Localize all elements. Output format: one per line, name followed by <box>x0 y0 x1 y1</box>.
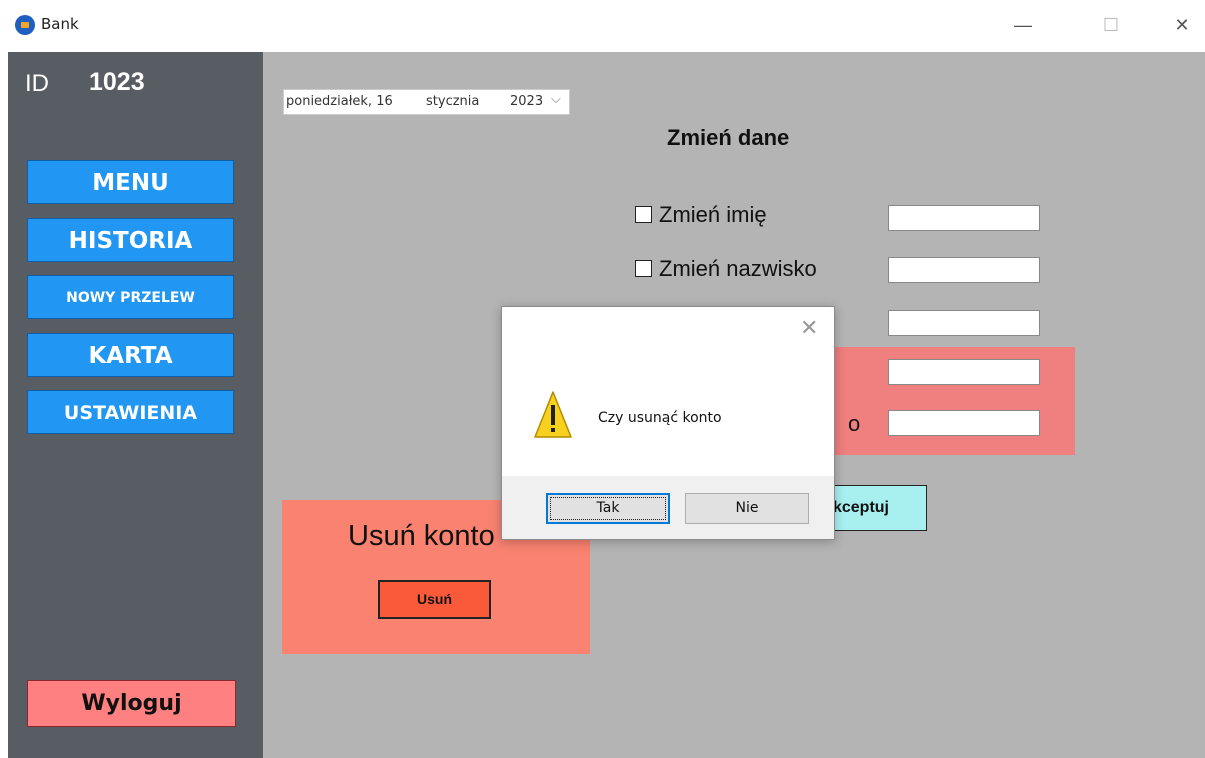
field-input-5[interactable] <box>888 410 1040 436</box>
change-last-name-option[interactable]: Zmień nazwisko <box>635 256 817 282</box>
window-title: Bank <box>41 15 79 33</box>
dialog-yes-button[interactable]: Tak <box>546 493 670 524</box>
id-label: ID <box>25 70 49 97</box>
change-first-name-option[interactable]: Zmień imię <box>635 202 767 228</box>
date-picker[interactable]: poniedziałek, 16 stycznia 2023 ⌵ <box>283 89 570 115</box>
id-value: 1023 <box>89 68 145 96</box>
change-first-name-checkbox[interactable] <box>635 205 652 223</box>
chevron-down-icon[interactable]: ⌵ <box>551 92 561 107</box>
first-name-input[interactable] <box>888 205 1040 231</box>
sidebar-item-ustawienia[interactable]: USTAWIENIA <box>27 390 234 434</box>
dialog-yes-label: Tak <box>596 500 620 516</box>
change-data-title: Zmień dane <box>667 125 790 150</box>
date-year: 2023 <box>510 94 544 109</box>
minimize-button[interactable]: — <box>1000 10 1046 40</box>
dialog-close-icon[interactable]: ✕ <box>800 316 818 341</box>
change-last-name-label: Zmień nazwisko <box>659 256 817 281</box>
date-weekday-day: poniedziałek, 16 <box>286 94 393 109</box>
delete-account-button[interactable]: Usuń <box>378 580 491 619</box>
dialog-message: Czy usunąć konto <box>598 410 722 426</box>
delete-account-title: Usuń konto <box>348 520 495 552</box>
sidebar-item-nowy-przelew[interactable]: NOWY PRZELEW <box>27 275 234 319</box>
date-month: stycznia <box>426 94 480 109</box>
close-window-button[interactable]: ✕ <box>1159 10 1205 40</box>
field-input-4[interactable] <box>888 359 1040 385</box>
warning-icon <box>533 390 573 447</box>
maximize-button[interactable]: ☐ <box>1088 10 1134 40</box>
change-first-name-label: Zmień imię <box>659 202 767 227</box>
sidebar-item-menu[interactable]: MENU <box>27 160 234 204</box>
bank-app-icon <box>15 15 35 35</box>
partial-option-label: o <box>848 411 861 436</box>
dialog-no-button[interactable]: Nie <box>685 493 809 524</box>
sidebar-item-karta[interactable]: KARTA <box>27 333 234 377</box>
last-name-input[interactable] <box>888 257 1040 283</box>
sidebar-item-historia[interactable]: HISTORIA <box>27 218 234 262</box>
change-last-name-checkbox[interactable] <box>635 259 652 277</box>
field-input-3[interactable] <box>888 310 1040 336</box>
logout-button[interactable]: Wyloguj <box>27 680 236 727</box>
